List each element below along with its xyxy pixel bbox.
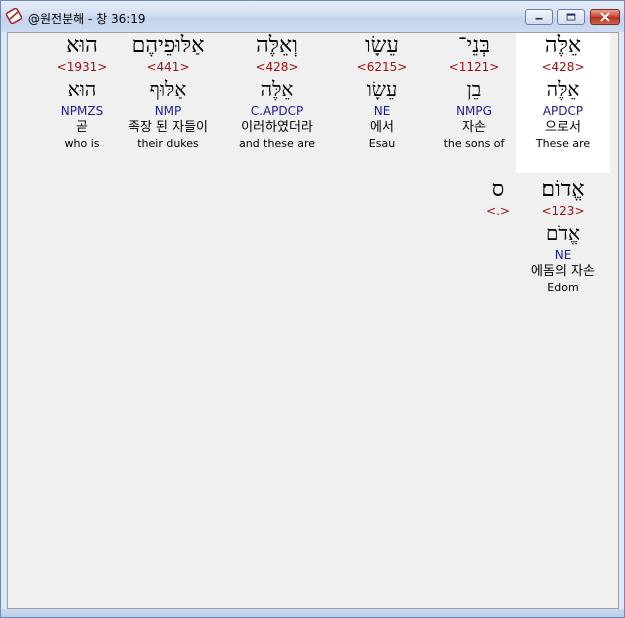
app-window: @원전분해 - 창 36:19 אֵלֶּה <428> אֵלֶּה APDC… bbox=[0, 0, 625, 618]
morphology-code: NE bbox=[554, 248, 572, 262]
hebrew-word: וְאֵלֶּה bbox=[256, 33, 298, 58]
english-gloss: and these are bbox=[238, 137, 316, 150]
korean-gloss: 곧 bbox=[76, 120, 88, 135]
morphology-code: APDCP bbox=[542, 104, 584, 118]
korean-gloss: 족장 된 자들이 bbox=[127, 120, 209, 135]
maximize-button[interactable] bbox=[557, 9, 585, 25]
app-icon[interactable] bbox=[6, 8, 22, 24]
english-gloss: Edom bbox=[547, 281, 579, 294]
word-block[interactable]: בְּנֵי־ <1121> בֵן NMPG 자손 the sons of bbox=[426, 33, 522, 151]
window-bottom-border bbox=[1, 609, 624, 617]
korean-gloss: 에서 bbox=[370, 120, 394, 135]
korean-gloss: 에돔의 자손 bbox=[531, 264, 595, 279]
word-block[interactable]: אֵלֶּה <428> אֵלֶּה APDCP 으로서 These are bbox=[515, 33, 611, 151]
english-gloss: their dukes bbox=[137, 137, 199, 150]
maximize-icon bbox=[566, 13, 576, 21]
english-gloss: the sons of bbox=[443, 137, 505, 150]
hebrew-lemma: אֵלֶּה bbox=[260, 77, 294, 101]
window-title: @원전분해 - 창 36:19 bbox=[28, 12, 146, 26]
morphology-code: NE bbox=[373, 104, 391, 118]
title-bar[interactable]: @원전분해 - 창 36:19 bbox=[1, 1, 624, 32]
hebrew-lemma: בֵן bbox=[466, 77, 482, 101]
word-block[interactable]: הוּא <1931> הוּא NPMZS 곧 who is bbox=[44, 33, 120, 151]
close-button[interactable] bbox=[590, 9, 620, 25]
morphology-code: NMPG bbox=[456, 104, 492, 118]
hebrew-word: אֵלֶּה bbox=[544, 33, 582, 58]
english-gloss: These are bbox=[535, 137, 591, 150]
word-block[interactable]: אֱדוֹם׃ <123> אֱדֹם NE 에돔의 자손 Edom bbox=[515, 177, 611, 295]
morphology-code: C.APDCP bbox=[250, 104, 304, 118]
hebrew-word: בְּנֵי־ bbox=[458, 33, 490, 58]
hebrew-word: ס bbox=[491, 177, 505, 202]
minimize-button[interactable] bbox=[525, 9, 553, 25]
hebrew-lemma: עֵשָׂו bbox=[366, 77, 398, 101]
morphology-code: NMP bbox=[154, 104, 182, 118]
strong-number[interactable]: <.> bbox=[470, 203, 526, 219]
word-block[interactable]: וְאֵלֶּה <428> אֵלֶּה C.APDCP 이러하였더라 and… bbox=[222, 33, 332, 151]
hebrew-lemma: אֱדֹם bbox=[545, 221, 581, 245]
hebrew-lemma: אַלּוּף bbox=[149, 77, 187, 101]
strong-number[interactable]: <428> bbox=[515, 59, 611, 75]
strong-number[interactable]: <1931> bbox=[44, 59, 120, 75]
word-block[interactable]: ס <.> bbox=[470, 177, 526, 219]
close-icon bbox=[600, 12, 610, 22]
strong-number[interactable]: <441> bbox=[112, 59, 224, 75]
hebrew-word: אֱדוֹם׃ bbox=[541, 177, 585, 202]
english-gloss: Esau bbox=[368, 137, 396, 150]
minimize-icon bbox=[535, 17, 543, 20]
strong-number[interactable]: <428> bbox=[222, 59, 332, 75]
hebrew-lemma: הוּא bbox=[67, 77, 97, 101]
hebrew-lemma: אֵלֶּה bbox=[546, 77, 580, 101]
english-gloss: who is bbox=[64, 137, 100, 150]
strong-number[interactable]: <1121> bbox=[426, 59, 522, 75]
word-block[interactable]: אַלּוּפֵיהֶם <441> אַלּוּף NMP 족장 된 자들이 … bbox=[112, 33, 224, 151]
korean-gloss: 자손 bbox=[462, 120, 486, 135]
korean-gloss: 으로서 bbox=[545, 120, 581, 135]
korean-gloss: 이러하였더라 bbox=[241, 120, 313, 135]
interlinear-panel[interactable]: אֵלֶּה <428> אֵלֶּה APDCP 으로서 These are … bbox=[7, 32, 619, 609]
hebrew-word: הוּא bbox=[66, 33, 98, 58]
word-block[interactable]: עֵשָׂו <6215> עֵשָׂו NE 에서 Esau bbox=[334, 33, 430, 151]
hebrew-word: אַלּוּפֵיהֶם bbox=[131, 33, 205, 58]
hebrew-word: עֵשָׂו bbox=[365, 33, 399, 58]
strong-number[interactable]: <123> bbox=[515, 203, 611, 219]
strong-number[interactable]: <6215> bbox=[334, 59, 430, 75]
morphology-code: NPMZS bbox=[60, 104, 104, 118]
